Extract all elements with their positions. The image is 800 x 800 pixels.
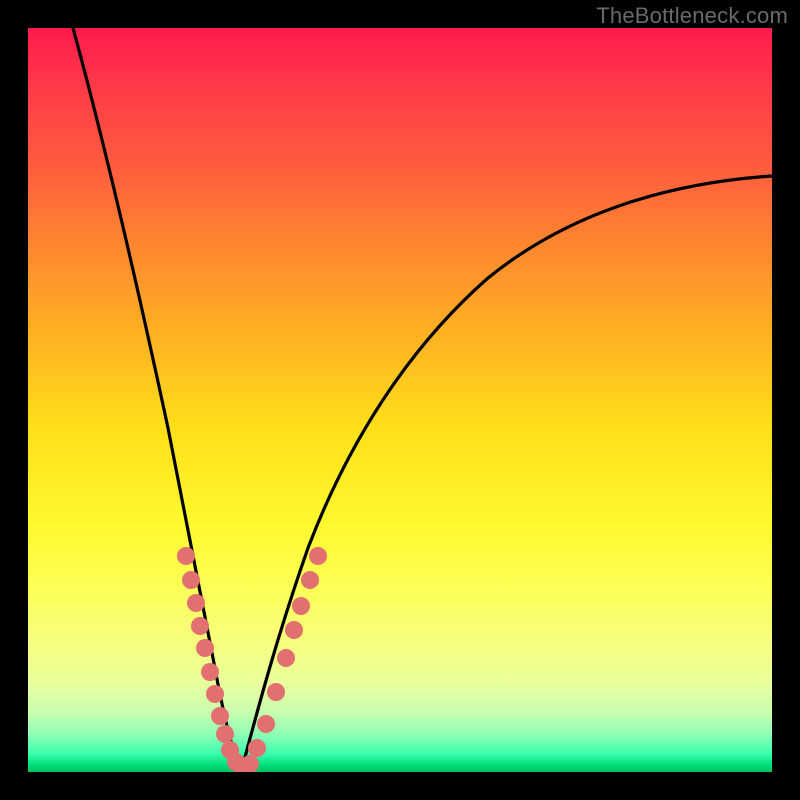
bottleneck-curve-right — [241, 176, 772, 772]
plot-area — [28, 28, 772, 772]
chart-frame: TheBottleneck.com — [0, 0, 800, 800]
watermark-text: TheBottleneck.com — [596, 3, 788, 29]
curve-layer — [28, 28, 772, 772]
bottleneck-curve-left — [73, 28, 241, 772]
data-markers-right — [241, 547, 327, 772]
